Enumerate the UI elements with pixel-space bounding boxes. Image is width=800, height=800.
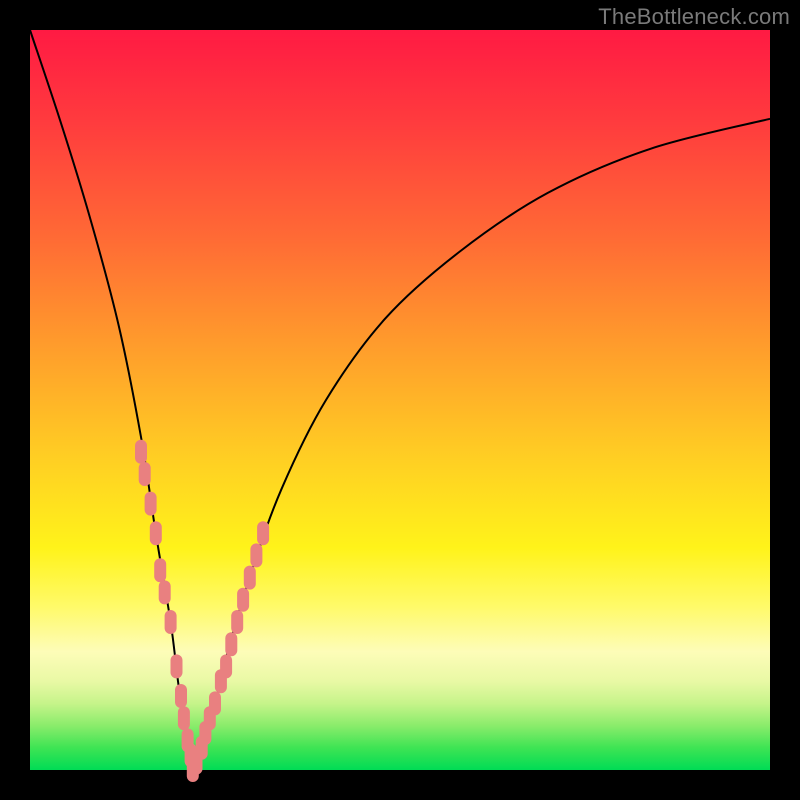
plot-area <box>30 30 770 770</box>
marker-point <box>244 566 256 590</box>
marker-point <box>231 610 243 634</box>
marker-point <box>257 521 269 545</box>
bottleneck-curve <box>30 30 770 770</box>
watermark-text: TheBottleneck.com <box>598 4 790 30</box>
marker-point <box>145 492 157 516</box>
marker-point <box>250 543 262 567</box>
marker-point <box>225 632 237 656</box>
markers-group <box>135 440 269 782</box>
curve-svg <box>30 30 770 770</box>
marker-point <box>150 521 162 545</box>
marker-point <box>209 691 221 715</box>
marker-point <box>165 610 177 634</box>
marker-point <box>139 462 151 486</box>
marker-point <box>159 580 171 604</box>
marker-point <box>237 588 249 612</box>
marker-point <box>220 654 232 678</box>
chart-frame: TheBottleneck.com <box>0 0 800 800</box>
marker-point <box>154 558 166 582</box>
marker-point <box>171 654 183 678</box>
marker-point <box>175 684 187 708</box>
marker-point <box>178 706 190 730</box>
marker-point <box>135 440 147 464</box>
